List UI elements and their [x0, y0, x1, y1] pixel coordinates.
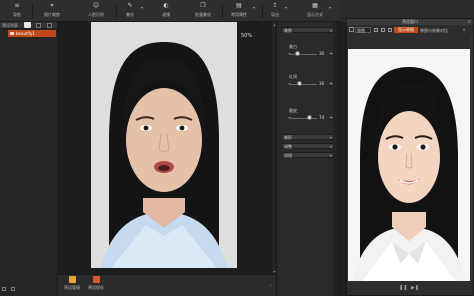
- add-preset-icon[interactable]: [36, 23, 41, 28]
- compare-checkbox[interactable]: [349, 27, 354, 32]
- close-icon[interactable]: ×: [468, 19, 471, 25]
- grid-view-icon[interactable]: [11, 287, 15, 291]
- delete-preset-icon[interactable]: [47, 23, 52, 28]
- export-icon: ⇪: [272, 2, 278, 9]
- result-photo: [348, 49, 470, 282]
- slider-thumb[interactable]: [296, 81, 302, 86]
- slider-whiten[interactable]: 美白 − 30 +: [287, 44, 337, 58]
- compare-footer: ❚❚ ▶❚: [347, 281, 473, 295]
- rotate-left-icon[interactable]: [374, 28, 378, 32]
- preset-manage-icon: [68, 276, 76, 283]
- chevron-down-icon[interactable]: ▾: [253, 5, 255, 10]
- toolbar-divider: [222, 4, 223, 18]
- section-beauty-header[interactable]: 美颜 ▾: [281, 27, 335, 33]
- pause-icon[interactable]: ❚❚: [399, 285, 407, 291]
- canvas-bottom-bar: 预设管理 预设保存 ›: [58, 274, 276, 296]
- chevron-down-icon[interactable]: ▾: [285, 5, 287, 10]
- preset-save-button[interactable]: 预设保存: [86, 276, 106, 296]
- portrait-before-image: [91, 22, 237, 268]
- portrait-after-image: [348, 49, 470, 282]
- preset-icon: [10, 32, 14, 35]
- chevron-down-icon: ▾: [329, 153, 332, 158]
- original-photo: [91, 22, 237, 268]
- navigation-icon: ≡: [14, 2, 20, 9]
- section-adjust-header[interactable]: 调整 ▾: [281, 143, 335, 149]
- slider-rosy[interactable]: 红润 − 36 +: [287, 74, 337, 88]
- compare-window: 预览窗口 × 原图 显示原图 原图与效果对比 ▾ ❚❚ ▶❚: [346, 18, 474, 296]
- toolbar-divider: [262, 4, 263, 18]
- toolbar-properties-button[interactable]: ▤ 常用属性 ▾: [228, 2, 255, 20]
- compare-window-titlebar[interactable]: 预览窗口 ×: [347, 19, 473, 25]
- list-view-icon[interactable]: [2, 287, 6, 291]
- app-window: ≡ 导航 ⌗ 照片裁剪 ☺ 人脸识别 ✎ 美化 ▾ ◐ 滤镜 ❐ 批量美化 ▤ …: [0, 0, 474, 296]
- toolbar-divider: [116, 4, 117, 18]
- compare-toolbar: 原图 显示原图 原图与效果对比 ▾: [347, 26, 473, 34]
- section-filter-header[interactable]: 滤镜 ▾: [281, 152, 335, 158]
- beautify-icon: ✎: [127, 2, 133, 9]
- chevron-down-icon: ▾: [329, 135, 332, 140]
- toolbar-navigation-button[interactable]: ≡ 导航: [6, 2, 28, 20]
- preset-panel: 预设列表 beautify1: [0, 22, 58, 296]
- chevron-down-icon[interactable]: ▾: [141, 5, 143, 10]
- display-mode-icon: ▦: [312, 2, 318, 9]
- toolbar-crop-button[interactable]: ⌗ 照片裁剪: [40, 2, 64, 20]
- properties-icon: ▤: [236, 2, 242, 9]
- rotate-right-icon[interactable]: [381, 28, 385, 32]
- fit-icon[interactable]: [388, 28, 392, 32]
- face-detect-icon: ☺: [92, 2, 100, 9]
- chevron-down-icon[interactable]: ▾: [329, 5, 331, 10]
- toolbar-beautify-button[interactable]: ✎ 美化 ▾: [122, 2, 143, 20]
- preset-manage-button[interactable]: 预设管理: [62, 276, 82, 296]
- toolbar-export-button[interactable]: ⇪ 导出 ▾: [268, 2, 287, 20]
- compare-label[interactable]: 原图与效果对比: [420, 28, 448, 34]
- adjust-panel: 美颜 ▾ 美白 − 30 + 红润 − 36 + 磨皮 − 74 +: [276, 22, 338, 296]
- chevron-down-icon: ▾: [329, 28, 332, 33]
- preset-item-label: beautify1: [16, 31, 35, 36]
- toolbar-display-mode-button[interactable]: ▦ 显示方式 ▾: [304, 2, 331, 20]
- adjust-panel-scrollbar[interactable]: [333, 22, 337, 296]
- chevron-right-icon[interactable]: ›: [270, 283, 272, 289]
- chevron-down-icon: ▾: [329, 144, 332, 149]
- image-canvas[interactable]: 50% ▴ ▾: [58, 22, 276, 274]
- chevron-down-icon[interactable]: ▾: [463, 27, 465, 32]
- batch-icon: ❐: [200, 2, 206, 9]
- toolbar-divider: [32, 4, 33, 18]
- toolbar-batch-button[interactable]: ❐ 批量美化: [192, 2, 214, 20]
- toolbar-face-detect-button[interactable]: ☺ 人脸识别: [84, 2, 108, 20]
- folder-icon[interactable]: [24, 22, 31, 28]
- preset-panel-footer: [2, 287, 56, 293]
- preset-panel-title: 预设列表: [2, 23, 18, 28]
- preset-item[interactable]: beautify1: [8, 30, 56, 37]
- next-frame-icon[interactable]: ▶❚: [411, 285, 419, 291]
- slider-smooth[interactable]: 磨皮 − 74 +: [287, 108, 337, 122]
- view-mode-select[interactable]: 原图: [355, 27, 371, 33]
- crop-icon: ⌗: [50, 2, 54, 9]
- compare-scrollbar[interactable]: [470, 35, 473, 283]
- slider-track[interactable]: [289, 54, 317, 55]
- preset-save-icon: [92, 276, 100, 283]
- slider-track[interactable]: [289, 118, 317, 119]
- toolbar-filter-button[interactable]: ◐ 滤镜: [158, 2, 174, 20]
- preset-panel-header: 预设列表: [0, 22, 57, 29]
- panel-gap: [338, 22, 346, 296]
- section-shape-header[interactable]: 美形 ▾: [281, 134, 335, 140]
- show-original-button[interactable]: 显示原图: [394, 27, 418, 33]
- filter-icon: ◐: [163, 2, 169, 9]
- zoom-level: 50%: [241, 33, 253, 39]
- main-toolbar: ≡ 导航 ⌗ 照片裁剪 ☺ 人脸识别 ✎ 美化 ▾ ◐ 滤镜 ❐ 批量美化 ▤ …: [0, 0, 341, 22]
- slider-thumb[interactable]: [307, 115, 313, 120]
- slider-track[interactable]: [289, 84, 317, 85]
- slider-thumb[interactable]: [294, 51, 300, 56]
